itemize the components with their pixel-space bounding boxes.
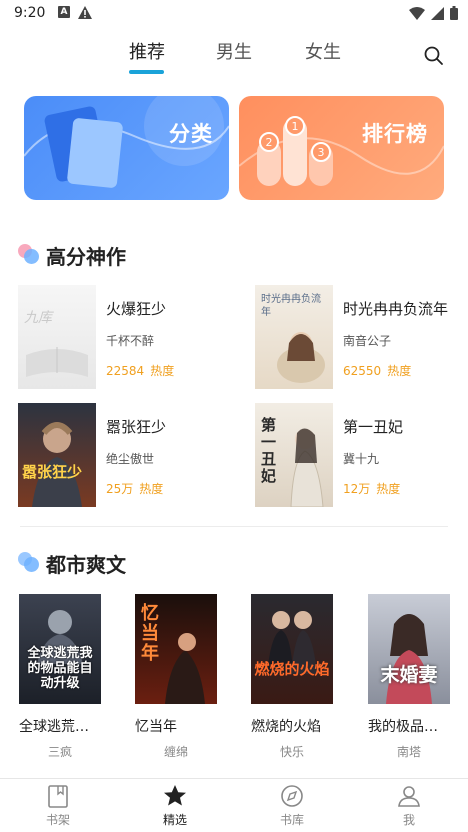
book-heat: 62550 热度 xyxy=(343,364,412,378)
compass-icon xyxy=(281,785,303,807)
book-title: 第一丑妃 xyxy=(343,418,404,436)
cover-text: 忆当年 xyxy=(141,603,159,664)
book-card[interactable]: 时光冉冉负流年 时光冉冉负流年 南音公子 62550 热度 xyxy=(255,285,465,389)
app-a-icon: A xyxy=(58,6,70,18)
bookshelf-icon xyxy=(48,785,68,808)
book-author: 三疯 xyxy=(47,745,72,759)
book-cover: 时光冉冉负流年 xyxy=(255,285,333,389)
cover-text: 末婚妻 xyxy=(380,664,438,686)
book-cover: 全球逃荒我的物品能自动升级 xyxy=(19,594,101,704)
nav-label: 书库 xyxy=(279,813,304,827)
nav-label: 我 xyxy=(402,813,415,827)
book-card[interactable]: 第一丑妃 第一丑妃 冀十九 12万 热度 xyxy=(255,403,465,507)
book-author: 南音公子 xyxy=(343,334,392,348)
book-cover: 嚣张狂少 xyxy=(18,403,96,507)
status-time: 9:20 xyxy=(14,5,46,21)
cover-text: 第一丑妃 xyxy=(261,416,277,485)
book-author: 快乐 xyxy=(279,745,304,759)
book-title: 嚣张狂少 xyxy=(106,418,167,436)
section-icon xyxy=(18,552,42,574)
user-icon xyxy=(398,786,420,807)
tab-recommend[interactable]: 推荐 xyxy=(129,38,165,64)
bottom-nav: 书架 精选 书库 我 xyxy=(0,778,468,832)
book-cover: 九库 xyxy=(18,285,96,389)
book-cover: 第一丑妃 xyxy=(255,403,333,507)
svg-text:2: 2 xyxy=(266,136,273,149)
warning-icon xyxy=(78,6,92,19)
nav-featured[interactable]: 精选 xyxy=(145,783,205,831)
grid-book-card[interactable]: 忆当年 忆当年 缠绵 xyxy=(135,594,235,764)
tab-indicator xyxy=(129,70,164,74)
book-heat: 25万 热度 xyxy=(106,482,164,496)
nav-label: 精选 xyxy=(162,813,187,827)
book-cover: 末婚妻 xyxy=(368,594,450,704)
book-author: 千杯不醉 xyxy=(106,334,155,348)
grid-book-card[interactable]: 全球逃荒我的物品能自动升级 全球逃荒… 三疯 xyxy=(19,594,119,764)
book-heat: 12万 热度 xyxy=(343,482,401,496)
cover-text: 嚣张狂少 xyxy=(22,463,83,481)
section-title: 都市爽文 xyxy=(46,552,126,577)
book-heat: 22584 热度 xyxy=(106,364,175,378)
category-illustration xyxy=(24,96,229,188)
category-label: 分类 xyxy=(169,122,213,146)
category-banner[interactable]: 分类 xyxy=(24,96,229,200)
ranking-label: 排行榜 xyxy=(362,122,428,146)
tab-female[interactable]: 女生 xyxy=(305,38,341,64)
ranking-banner[interactable]: 2 1 3 排行榜 xyxy=(239,96,444,200)
book-author: 冀十九 xyxy=(343,452,380,466)
cover-text: 燃烧的火焰 xyxy=(254,660,330,678)
section-divider xyxy=(20,526,448,527)
section-title: 高分神作 xyxy=(46,244,126,269)
book-title: 忆当年 xyxy=(135,719,177,735)
tab-male[interactable]: 男生 xyxy=(216,38,252,64)
book-cover: 燃烧的火焰 xyxy=(251,594,333,704)
svg-text:1: 1 xyxy=(292,120,299,133)
book-title: 火爆狂少 xyxy=(106,300,167,318)
nav-label: 书架 xyxy=(45,813,70,827)
book-title: 时光冉冉负流年 xyxy=(343,300,449,318)
cover-text: 全球逃荒我的物品能自动升级 xyxy=(27,646,93,691)
cover-text: 九库 xyxy=(24,310,52,326)
section-header-city: 都市爽文 xyxy=(18,548,126,578)
book-author: 绝尘傲世 xyxy=(106,452,155,466)
search-icon[interactable] xyxy=(422,44,446,68)
star-icon xyxy=(164,785,186,806)
book-author: 缠绵 xyxy=(163,745,188,759)
nav-bookshelf[interactable]: 书架 xyxy=(28,783,88,831)
book-title: 燃烧的火焰 xyxy=(251,719,321,735)
grid-book-card[interactable]: 末婚妻 我的极品… 南塔 xyxy=(368,594,468,764)
grid-book-card[interactable]: 燃烧的火焰 燃烧的火焰 快乐 xyxy=(251,594,351,764)
book-author: 南塔 xyxy=(396,745,421,759)
battery-icon xyxy=(450,6,458,20)
top-tabs: 推荐 男生 女生 xyxy=(0,36,468,80)
book-card[interactable]: 嚣张狂少 嚣张狂少 绝尘傲世 25万 热度 xyxy=(18,403,228,507)
book-card[interactable]: 九库 火爆狂少 千杯不醉 22584 热度 xyxy=(18,285,228,389)
status-bar: 9:20 A xyxy=(0,0,468,26)
book-title: 我的极品… xyxy=(368,719,438,735)
wifi-icon xyxy=(409,6,425,20)
book-title: 全球逃荒… xyxy=(19,719,89,735)
cover-text: 时光冉冉负流年 xyxy=(261,294,321,318)
svg-text:3: 3 xyxy=(318,146,325,159)
section-header-top: 高分神作 xyxy=(18,240,126,270)
signal-icon xyxy=(431,6,444,20)
book-cover: 忆当年 xyxy=(135,594,217,704)
section-icon xyxy=(18,244,42,266)
ranking-illustration: 2 1 3 xyxy=(239,116,444,186)
nav-library[interactable]: 书库 xyxy=(262,783,322,831)
nav-me[interactable]: 我 xyxy=(379,783,439,831)
